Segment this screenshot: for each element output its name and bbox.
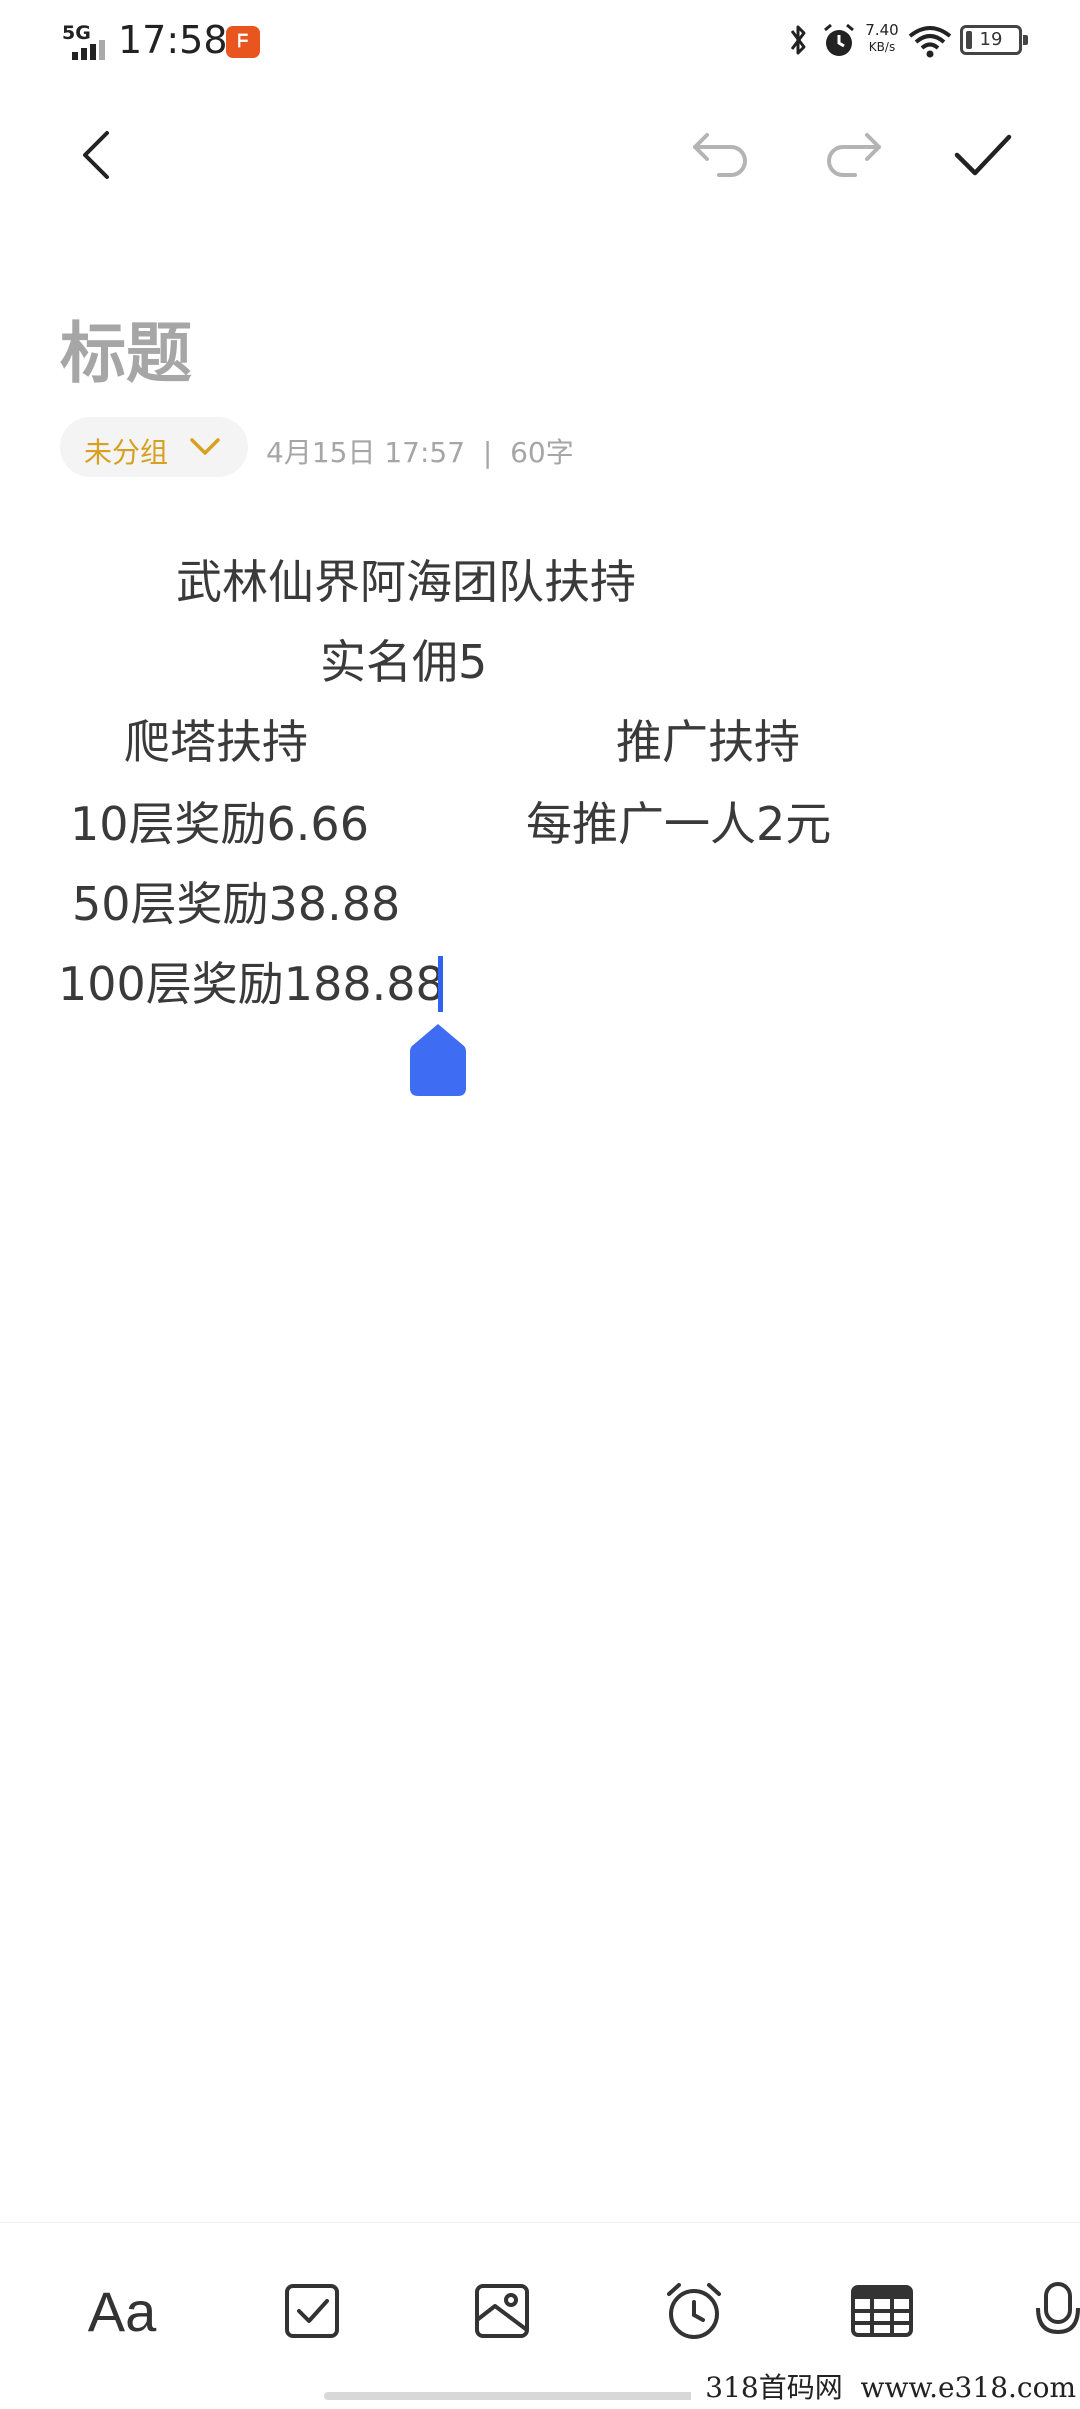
word-count: 60字 (510, 436, 574, 469)
font-style-button[interactable]: Aa (82, 2271, 162, 2351)
body-line: 10层奖励6.66 (70, 797, 369, 851)
redo-icon[interactable] (818, 120, 888, 190)
alarm-clock-icon[interactable] (654, 2271, 734, 2351)
body-line: 50层奖励38.88 (72, 877, 401, 931)
note-datetime: 4月15日 17:57 (266, 436, 466, 469)
net-speed: 7.40 KB/s (862, 22, 902, 56)
body-line: 100层奖励188.88 (58, 957, 445, 1011)
bluetooth-icon (790, 25, 806, 55)
microphone-icon[interactable] (1036, 2271, 1080, 2351)
chevron-down-icon (190, 438, 220, 455)
body-line: 爬塔扶持 (124, 715, 308, 769)
wifi-icon (908, 26, 952, 58)
net-speed-value: 7.40 (865, 21, 899, 39)
body-line: 每推广一人2元 (526, 797, 832, 851)
app-notification-icon: ᖴ (226, 26, 260, 58)
group-label: 未分组 (84, 436, 169, 469)
text-cursor (438, 956, 443, 1012)
alarm-status-icon (824, 23, 854, 56)
body-line: 实名佣5 (320, 635, 488, 689)
back-arrow-icon[interactable] (62, 120, 132, 190)
checkmark-icon[interactable] (948, 120, 1018, 190)
net-speed-unit: KB/s (868, 40, 896, 54)
battery-level: 19 (979, 29, 1003, 50)
group-selector[interactable]: 未分组 (60, 417, 248, 477)
battery-indicator: 19 (960, 25, 1028, 55)
status-bar: 5G 17:58 ᖴ 7.40 KB/s 19 (0, 0, 1080, 80)
note-title-input[interactable]: 标题 (60, 300, 192, 396)
watermark: 318首码网 www.e318.com (691, 2368, 1080, 2408)
body-line: 推广扶持 (616, 715, 800, 769)
table-icon[interactable] (842, 2271, 922, 2351)
cursor-handle[interactable] (410, 1022, 466, 1096)
note-meta: 4月15日 17:57 | 60字 (266, 431, 574, 471)
signal-icon (72, 40, 105, 60)
checkbox-icon[interactable] (272, 2271, 352, 2351)
status-time: 17:58 (118, 18, 228, 62)
undo-icon[interactable] (686, 120, 756, 190)
image-icon[interactable] (462, 2271, 542, 2351)
body-line: 武林仙界阿海团队扶持 (176, 555, 636, 609)
meta-separator: | (482, 436, 493, 469)
